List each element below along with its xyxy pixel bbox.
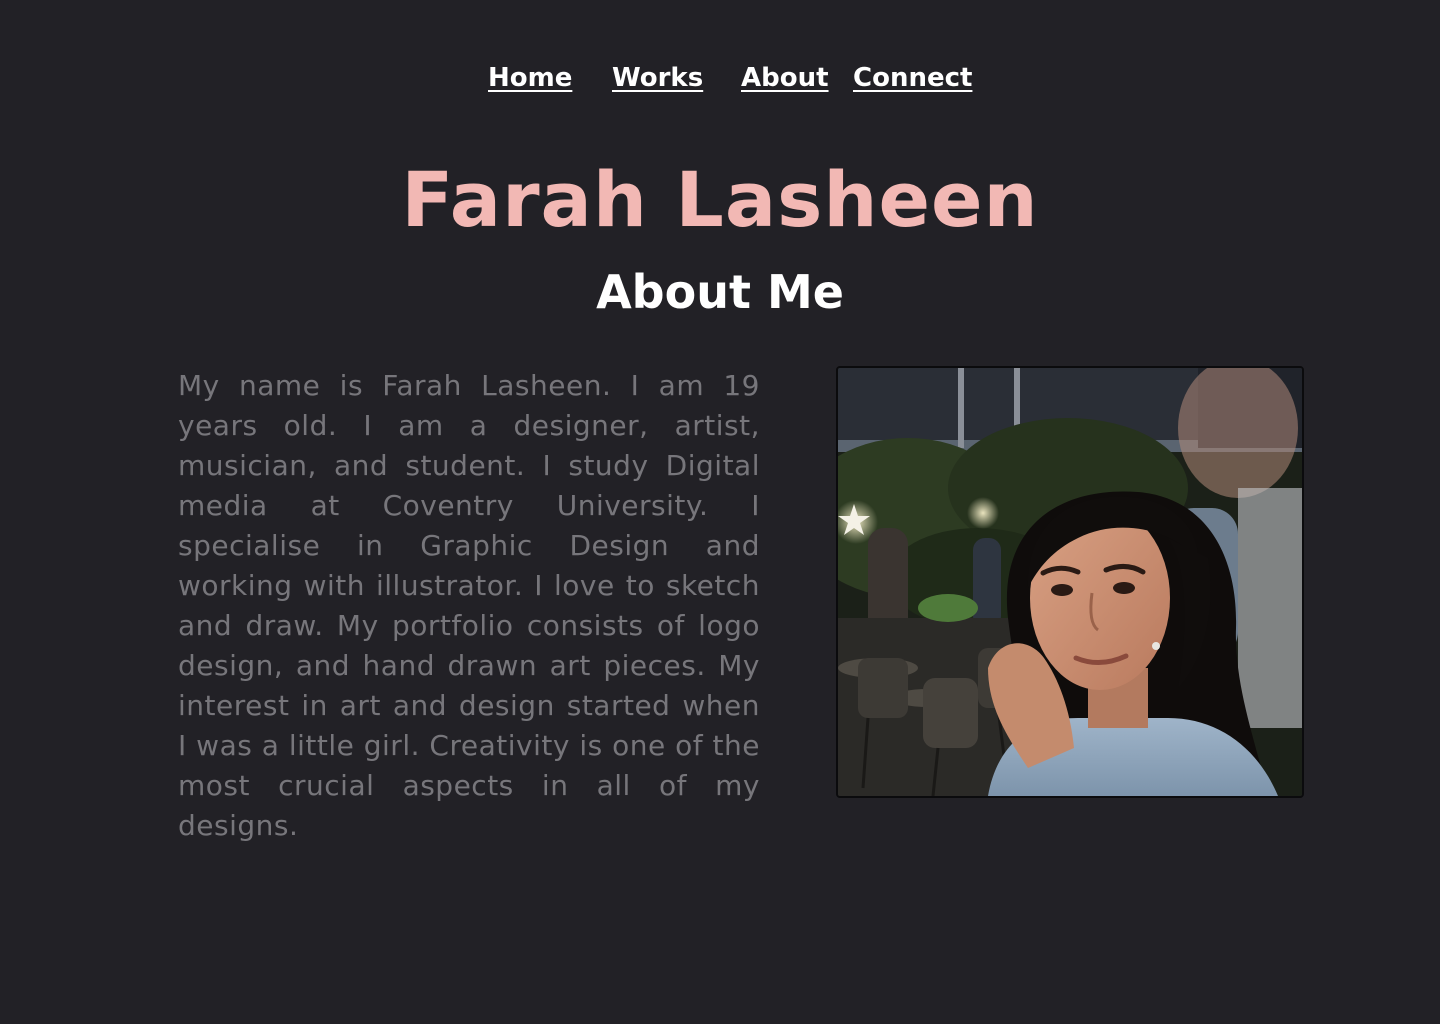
page: Home Works About Connect Farah Lasheen A…	[0, 0, 1440, 1024]
nav-link-connect[interactable]: Connect	[853, 58, 972, 98]
nav-link-works[interactable]: Works	[612, 58, 703, 98]
nav-link-about[interactable]: About	[741, 58, 829, 98]
profile-photo	[836, 366, 1304, 798]
main-nav: Home Works About Connect	[0, 58, 1440, 98]
nav-link-home[interactable]: Home	[488, 58, 572, 98]
page-title: Farah Lasheen	[401, 155, 1039, 244]
bio-paragraph: My name is Farah Lasheen. I am 19 years …	[178, 369, 760, 842]
section-heading: About Me	[596, 265, 844, 319]
